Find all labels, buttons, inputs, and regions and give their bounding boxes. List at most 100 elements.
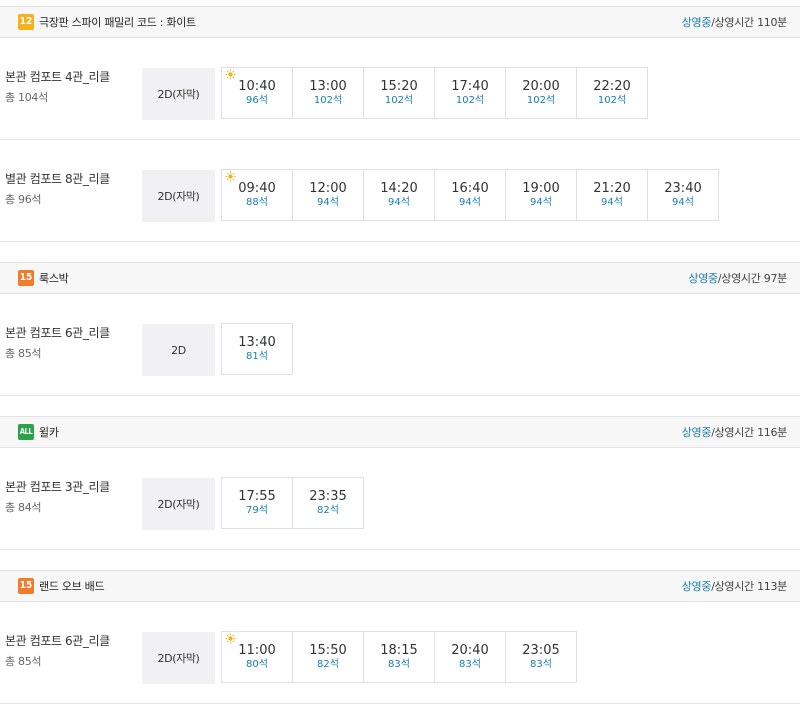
showtime: 23:35 (309, 489, 347, 504)
showtime: 17:40 (451, 79, 489, 94)
remaining-seats: 79석 (246, 505, 268, 516)
showtime: 15:50 (309, 643, 347, 658)
screening-status: 상영중/상영시간 97분 (688, 270, 787, 286)
showtime: 17:55 (238, 489, 276, 504)
remaining-seats: 94석 (388, 197, 410, 208)
sun-icon (225, 633, 236, 644)
showtime-slot[interactable]: 22:20 102석 (576, 67, 648, 119)
movie-header-left: 15 룩스박 (18, 270, 69, 286)
status-runtime: /상영시간 113분 (711, 580, 787, 593)
movie-header: 15 룩스박 상영중/상영시간 97분 (0, 262, 800, 294)
showtime: 12:00 (309, 181, 347, 196)
hall-row: 본관 컴포트 6관_리클 총 85석 2D(자막) 11:00 80석 15:50 82석 1… (0, 602, 800, 704)
timetable: 12 극장판 스파이 패밀리 코드 : 화이트 상영중/상영시간 110분본관 컴포… (0, 6, 800, 704)
showtime: 23:40 (664, 181, 702, 196)
showtime-slot[interactable]: 19:00 94석 (505, 169, 577, 221)
showtime-slot[interactable]: 23:05 83석 (505, 631, 577, 683)
remaining-seats: 83석 (530, 659, 552, 670)
showtime-slot[interactable]: 17:40 102석 (434, 67, 506, 119)
seat-total: 총 85석 (5, 655, 42, 668)
status-on: 상영중 (681, 426, 712, 439)
screening-status: 상영중/상영시간 110분 (681, 14, 788, 30)
movie-header: 12 극장판 스파이 패밀리 코드 : 화이트 상영중/상영시간 110분 (0, 6, 800, 38)
status-runtime: /상영시간 97분 (717, 272, 787, 285)
remaining-seats: 102석 (384, 95, 414, 106)
movie-header: ALL 윌카 상영중/상영시간 116분 (0, 416, 800, 448)
remaining-seats: 81석 (246, 351, 268, 362)
seat-total: 총 84석 (5, 501, 42, 514)
remaining-seats: 96석 (246, 95, 268, 106)
showtime-slot[interactable]: 12:00 94석 (292, 169, 364, 221)
showtime: 18:15 (380, 643, 418, 658)
remaining-seats: 102석 (597, 95, 627, 106)
format-label: 2D(자막) (142, 632, 215, 684)
rating-badge: 12 (18, 14, 34, 30)
showtime: 20:40 (451, 643, 489, 658)
hall-name: 본관 컴포트 4관_리클 (5, 70, 110, 84)
showtime-list: 17:55 79석 23:35 82석 (221, 477, 364, 529)
showtime-slot[interactable]: 16:40 94석 (434, 169, 506, 221)
movie-header-left: 15 랜드 오브 배드 (18, 578, 105, 594)
movie-header-left: 12 극장판 스파이 패밀리 코드 : 화이트 (18, 14, 196, 30)
remaining-seats: 88석 (246, 197, 268, 208)
showtime-slot[interactable]: 17:55 79석 (221, 477, 293, 529)
movie-block: 15 랜드 오브 배드 상영중/상영시간 113분 본관 컴포트 6관_리클 총 85석… (0, 570, 800, 704)
seat-total: 총 96석 (5, 193, 42, 206)
showtime-slot[interactable]: 13:40 81석 (221, 323, 293, 375)
remaining-seats: 94석 (317, 197, 339, 208)
remaining-seats: 82석 (317, 659, 339, 670)
status-on: 상영중 (681, 16, 712, 29)
remaining-seats: 83석 (388, 659, 410, 670)
hall-name: 본관 컴포트 6관_리클 (5, 326, 110, 340)
showtime-list: 11:00 80석 15:50 82석 18:15 83석 20:40 83석 23:05 83석 (221, 631, 577, 683)
showtime-slot[interactable]: 23:40 94석 (647, 169, 719, 221)
movie-title[interactable]: 윌카 (39, 424, 59, 440)
movie-header: 15 랜드 오브 배드 상영중/상영시간 113분 (0, 570, 800, 602)
showtime-slot[interactable]: 20:40 83석 (434, 631, 506, 683)
showtime-list: 13:40 81석 (221, 323, 293, 375)
movie-block: ALL 윌카 상영중/상영시간 116분 본관 컴포트 3관_리클 총 84석 2D(자막… (0, 416, 800, 570)
seat-total: 총 104석 (5, 91, 48, 104)
showtime-slot[interactable]: 15:50 82석 (292, 631, 364, 683)
rating-badge: ALL (18, 424, 34, 440)
showtime-slot[interactable]: 18:15 83석 (363, 631, 435, 683)
movie-block: 12 극장판 스파이 패밀리 코드 : 화이트 상영중/상영시간 110분본관 컴포… (0, 6, 800, 262)
status-on: 상영중 (681, 580, 712, 593)
showtime-slot[interactable]: 20:00 102석 (505, 67, 577, 119)
sun-icon (225, 171, 236, 182)
remaining-seats: 82석 (317, 505, 339, 516)
format-label: 2D(자막) (142, 478, 215, 530)
showtime: 10:40 (238, 79, 276, 94)
showtime: 23:05 (522, 643, 560, 658)
movie-block: 15 룩스박 상영중/상영시간 97분 본관 컴포트 6관_리클 총 85석 2D 13:4… (0, 262, 800, 416)
showtime: 09:40 (238, 181, 276, 196)
rating-badge: 15 (18, 578, 34, 594)
movie-title[interactable]: 룩스박 (39, 270, 69, 286)
remaining-seats: 94석 (530, 197, 552, 208)
remaining-seats: 80석 (246, 659, 268, 670)
seat-total: 총 85석 (5, 347, 42, 360)
showtime: 13:40 (238, 335, 276, 350)
showtime-list: 09:40 88석 12:00 94석 14:20 94석 16:40 94석 19:00 94석… (221, 169, 719, 221)
showtime: 22:20 (593, 79, 631, 94)
movie-title[interactable]: 극장판 스파이 패밀리 코드 : 화이트 (39, 14, 196, 30)
movie-title[interactable]: 랜드 오브 배드 (39, 578, 105, 594)
showtime-slot[interactable]: 11:00 80석 (221, 631, 293, 683)
showtime: 14:20 (380, 181, 418, 196)
showtime-slot[interactable]: 10:40 96석 (221, 67, 293, 119)
hall-row: 본관 컴포트 6관_리클 총 85석 2D 13:40 81석 (0, 294, 800, 396)
status-runtime: /상영시간 116분 (711, 426, 787, 439)
showtime-slot[interactable]: 23:35 82석 (292, 477, 364, 529)
hall-row: 본관 컴포트 3관_리클 총 84석 2D(자막) 17:55 79석 23:35 82석 (0, 448, 800, 550)
remaining-seats: 94석 (601, 197, 623, 208)
showtime-slot[interactable]: 21:20 94석 (576, 169, 648, 221)
showtime-slot[interactable]: 14:20 94석 (363, 169, 435, 221)
showtime-slot[interactable]: 15:20 102석 (363, 67, 435, 119)
showtime: 15:20 (380, 79, 418, 94)
showtime-slot[interactable]: 13:00 102석 (292, 67, 364, 119)
remaining-seats: 94석 (459, 197, 481, 208)
showtime-slot[interactable]: 09:40 88석 (221, 169, 293, 221)
showtime-list: 10:40 96석 13:00 102석 15:20 102석 17:40 102석 20:00… (221, 67, 648, 119)
